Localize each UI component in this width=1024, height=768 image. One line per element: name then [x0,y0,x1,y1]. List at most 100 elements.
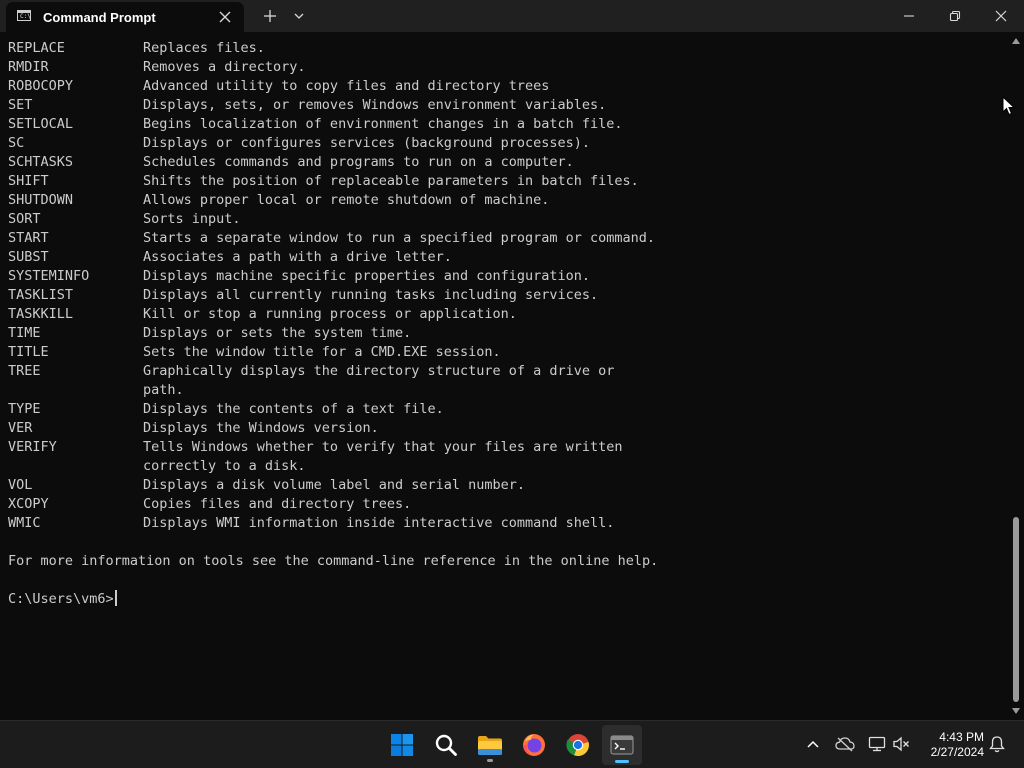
command-description: Shifts the position of replaceable param… [143,173,639,189]
command-help-line: SET Displays, sets, or removes Windows en… [8,96,1003,115]
network-icon [868,736,886,752]
command-help-line: path. [8,381,1003,400]
command-description: Allows proper local or remote shutdown o… [143,192,550,208]
command-description: Displays machine specific properties and… [143,268,591,284]
command-name: START [8,230,49,246]
taskbar-search-button[interactable] [426,725,466,765]
command-prompt-icon: C:\ [17,10,31,21]
cloud-offline-icon [835,737,855,752]
chevron-down-icon [294,13,304,19]
tab-close-button[interactable] [218,10,232,24]
command-name: TIME [8,325,41,341]
restore-icon [949,10,961,22]
command-name: SUBST [8,249,49,265]
network-tray-button[interactable] [866,733,888,755]
onedrive-tray-button[interactable] [834,733,856,755]
command-help-line: WMIC Displays WMI information inside inte… [8,514,1003,533]
command-description: Sets the window title for a CMD.EXE sess… [143,344,501,360]
active-app-indicator [615,760,629,763]
taskbar-clock[interactable]: 4:43 PM 2/27/2024 [916,730,984,760]
command-description: Sorts input. [143,211,241,227]
command-help-line: SHIFT Shifts the position of replaceable … [8,172,1003,191]
command-description: Advanced utility to copy files and direc… [143,78,550,94]
command-name: SCHTASKS [8,154,74,170]
open-app-indicator [487,759,493,762]
chrome-icon [566,734,589,757]
command-name: REPLACE [8,40,65,56]
mouse-cursor-icon [1002,96,1016,116]
tab-title: Command Prompt [43,10,156,25]
volume-muted-icon [893,736,909,752]
command-description: Displays a disk volume label and serial … [143,477,526,493]
close-window-button[interactable] [978,0,1024,32]
command-help-line: VOL Displays a disk volume label and seri… [8,476,1003,495]
vertical-scrollbar[interactable] [1008,32,1024,720]
command-help-line: correctly to a disk. [8,457,1003,476]
minimize-button[interactable] [886,0,932,32]
command-name: SETLOCAL [8,116,74,132]
close-icon [995,10,1007,22]
taskbar-chrome[interactable] [558,725,598,765]
tab-command-prompt[interactable]: C:\ Command Prompt [6,2,244,32]
command-name: TREE [8,363,41,379]
scroll-down-arrow[interactable] [1012,708,1020,714]
terminal-output[interactable]: REPLACE Replaces files. RMDIR Removes a dir… [8,39,1003,719]
command-description: Displays all currently running tasks inc… [143,287,599,303]
command-help-line: TYPE Displays the contents of a text file… [8,400,1003,419]
command-description: Displays the contents of a text file. [143,401,444,417]
command-help-line: RMDIR Removes a directory. [8,58,1003,77]
command-description: Tells Windows whether to verify that you… [143,439,623,455]
folder-icon [478,736,502,755]
command-description: Displays or configures services (backgro… [143,135,591,151]
volume-tray-button[interactable] [890,733,912,755]
command-prompt-line[interactable]: C:\Users\vm6> [8,590,1003,609]
command-help-line: SETLOCAL Begins localization of environme… [8,115,1003,134]
command-help-line: XCOPY Copies files and directory trees. [8,495,1003,514]
command-description: Displays WMI information inside interact… [143,515,615,531]
taskbar-firefox[interactable] [514,725,554,765]
plus-icon [264,10,276,22]
taskbar-terminal[interactable] [602,725,642,765]
scroll-up-arrow[interactable] [1012,38,1020,44]
command-description: Copies files and directory trees. [143,496,412,512]
command-name: ROBOCOPY [8,78,74,94]
command-help-line: TITLE Sets the window title for a CMD.EXE… [8,343,1003,362]
command-description: path. [143,382,184,398]
taskbar-start-button[interactable] [382,725,422,765]
command-name: VOL [8,477,33,493]
command-help-line: REPLACE Replaces files. [8,39,1003,58]
command-name: SORT [8,211,41,227]
clock-date: 2/27/2024 [930,745,984,759]
command-name: WMIC [8,515,41,531]
notifications-button[interactable] [986,733,1008,755]
command-help-line: SC Displays or configures services (backg… [8,134,1003,153]
restore-button[interactable] [932,0,978,32]
command-help-line: SCHTASKS Schedules commands and programs … [8,153,1003,172]
command-description: correctly to a disk. [143,458,306,474]
taskbar: 4:43 PM 2/27/2024 [0,720,1024,768]
command-name: VERIFY [8,439,57,455]
command-name: TYPE [8,401,41,417]
close-icon [219,11,231,23]
scroll-thumb[interactable] [1013,517,1019,702]
taskbar-file-explorer[interactable] [470,725,510,765]
command-help-line: TIME Displays or sets the system time. [8,324,1003,343]
command-name: SET [8,97,33,113]
show-hidden-icons-button[interactable] [802,733,824,755]
chevron-up-icon [807,740,819,748]
command-description: Replaces files. [143,40,265,56]
command-help-line: TASKLIST Displays all currently running t… [8,286,1003,305]
command-description: Displays, sets, or removes Windows envir… [143,97,607,113]
command-description: Starts a separate window to run a specif… [143,230,656,246]
command-help-line: VERIFY Tells Windows whether to verify th… [8,438,1003,457]
tab-dropdown-button[interactable] [288,0,310,32]
command-prompt-icon-glyph: C:\ [20,13,31,20]
command-name: VER [8,420,33,436]
command-name: TASKKILL [8,306,74,322]
command-help-line: SORT Sorts input. [8,210,1003,229]
terminal-icon [610,735,634,755]
text-caret [114,590,117,606]
command-name: TASKLIST [8,287,74,303]
new-tab-button[interactable] [256,0,284,32]
